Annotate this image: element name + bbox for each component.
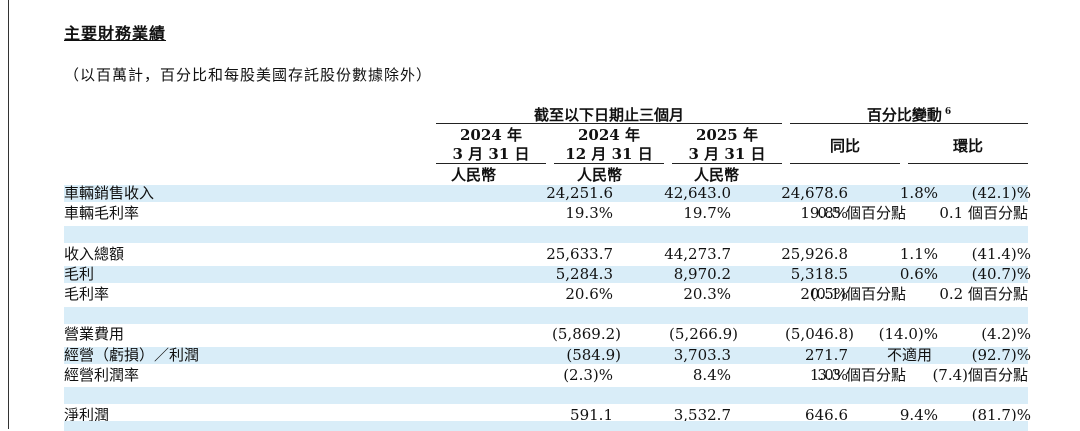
value-q1-2024: (2.3)% <box>563 366 613 384</box>
value-yoy: 3.3 個百分點 <box>817 366 906 384</box>
value-yoy: 0.5 個百分點 <box>817 204 906 222</box>
value-qoq: (7.4)個百分點 <box>932 366 1028 384</box>
table-row: 經營（虧損）／利潤 (584.9) 3,703.3 271.7 不適用 (92.… <box>64 346 1031 364</box>
value-q1-2025: (5,046.8) <box>785 325 854 343</box>
value-qoq: (4.2)% <box>981 325 1031 343</box>
spacer-band <box>64 307 1028 324</box>
spacer-band <box>64 387 1028 404</box>
truncated-next-row <box>64 421 1028 431</box>
value-q4-2024: 19.7% <box>683 204 731 222</box>
row-label: 毛利率 <box>64 285 110 303</box>
change-rule-qoq <box>908 163 1028 164</box>
period-year: 2024 年 <box>460 126 522 144</box>
currency-label: 人民幣 <box>451 166 497 184</box>
value-q4-2024: 3,703.3 <box>673 346 731 364</box>
value-q1-2025: 25,926.8 <box>781 245 848 263</box>
table-row: 毛利率 20.6% 20.3% 20.5% (0.1)個百分點 0.2 個百分點 <box>64 286 1028 303</box>
value-q4-2024: 8.4% <box>692 366 731 384</box>
period-date: 3 月 31 日 <box>688 145 766 163</box>
value-yoy: (0.1)個百分點 <box>810 285 906 303</box>
value-qoq: (40.7)% <box>971 265 1031 283</box>
value-qoq: (42.1)% <box>971 184 1031 202</box>
value-q4-2024: (5,266.9) <box>669 325 738 343</box>
row-label: 毛利 <box>64 265 95 283</box>
spacer-band <box>64 226 1028 243</box>
table-row: 車輛銷售收入 24,251.6 42,643.0 24,678.6 1.8% (… <box>64 184 1031 202</box>
change-group-label: 百分比變動 <box>866 106 942 124</box>
table-row: 營業費用 (5,869.2) (5,266.9) (5,046.8) (14.0… <box>64 325 1031 343</box>
value-q1-2024: (584.9) <box>566 346 621 364</box>
table-note: （以百萬計，百分比和每股美國存託股份數據除外） <box>64 66 433 84</box>
row-label: 經營（虧損）／利潤 <box>64 346 200 364</box>
currency-label: 人民幣 <box>694 166 740 184</box>
period-date: 12 月 31 日 <box>565 145 653 163</box>
change-rule-yoy <box>790 163 900 164</box>
value-yoy: 1.1% <box>899 245 938 263</box>
value-qoq: 0.2 個百分點 <box>939 285 1028 303</box>
value-q4-2024: 8,970.2 <box>673 265 731 283</box>
table-row: 經營利潤率 (2.3)% 8.4% 1.0% 3.3 個百分點 (7.4)個百分… <box>64 367 1028 384</box>
value-qoq: 0.1 個百分點 <box>939 204 1028 222</box>
value-q1-2025: 5,318.5 <box>790 265 848 283</box>
value-q1-2024: 24,251.6 <box>546 184 613 202</box>
value-q1-2025: 271.7 <box>805 346 848 364</box>
row-label: 車輛毛利率 <box>64 204 140 222</box>
value-q1-2024: 20.6% <box>565 285 613 303</box>
row-label: 經營利潤率 <box>64 366 140 384</box>
row-label: 車輛銷售收入 <box>64 184 155 202</box>
value-q1-2024: (5,869.2) <box>552 325 621 343</box>
period-header-3: 2025 年 3 月 31 日 <box>672 124 782 164</box>
period-header-1: 2024 年 3 月 31 日 <box>436 124 546 164</box>
change-group-header: 百分比變動 6 <box>790 104 1028 125</box>
currency-label: 人民幣 <box>577 166 623 184</box>
value-q4-2024: 44,273.7 <box>664 245 731 263</box>
period-group-header: 截至以下日期止三個月 <box>533 106 684 124</box>
row-label: 收入總額 <box>64 245 125 263</box>
period-year: 2024 年 <box>578 126 640 144</box>
value-q1-2025: 24,678.6 <box>781 184 848 202</box>
table-row: 毛利 5,284.3 8,970.2 5,318.5 0.6% (40.7)% <box>64 265 1031 283</box>
value-q4-2024: 20.3% <box>683 285 731 303</box>
period-year: 2025 年 <box>696 126 758 144</box>
table-row: 收入總額 25,633.7 44,273.7 25,926.8 1.1% (41… <box>64 245 1031 263</box>
value-yoy: (14.0)% <box>878 325 938 343</box>
table-row: 車輛毛利率 19.3% 19.7% 19.8% 0.5 個百分點 0.1 個百分… <box>64 205 1028 222</box>
value-q1-2024: 25,633.7 <box>546 245 613 263</box>
value-q1-2024: 19.3% <box>565 204 613 222</box>
period-date: 3 月 31 日 <box>452 145 530 163</box>
period-header-2: 2024 年 12 月 31 日 <box>554 124 664 164</box>
value-q1-2024: 5,284.3 <box>555 265 613 283</box>
value-yoy: 1.8% <box>899 184 938 202</box>
section-heading: 主要財務業績 <box>64 24 167 43</box>
page-left-border <box>8 0 9 429</box>
yoy-header: 同比 <box>829 137 860 155</box>
value-yoy: 0.6% <box>899 265 938 283</box>
header-rule-change <box>790 123 1028 124</box>
value-q4-2024: 42,643.0 <box>664 184 731 202</box>
footnote-marker: 6 <box>944 107 952 117</box>
qoq-header: 環比 <box>952 137 983 155</box>
value-qoq: (92.7)% <box>971 346 1031 364</box>
value-yoy: 不適用 <box>886 346 932 364</box>
row-label: 營業費用 <box>64 325 125 343</box>
value-qoq: (41.4)% <box>971 245 1031 263</box>
